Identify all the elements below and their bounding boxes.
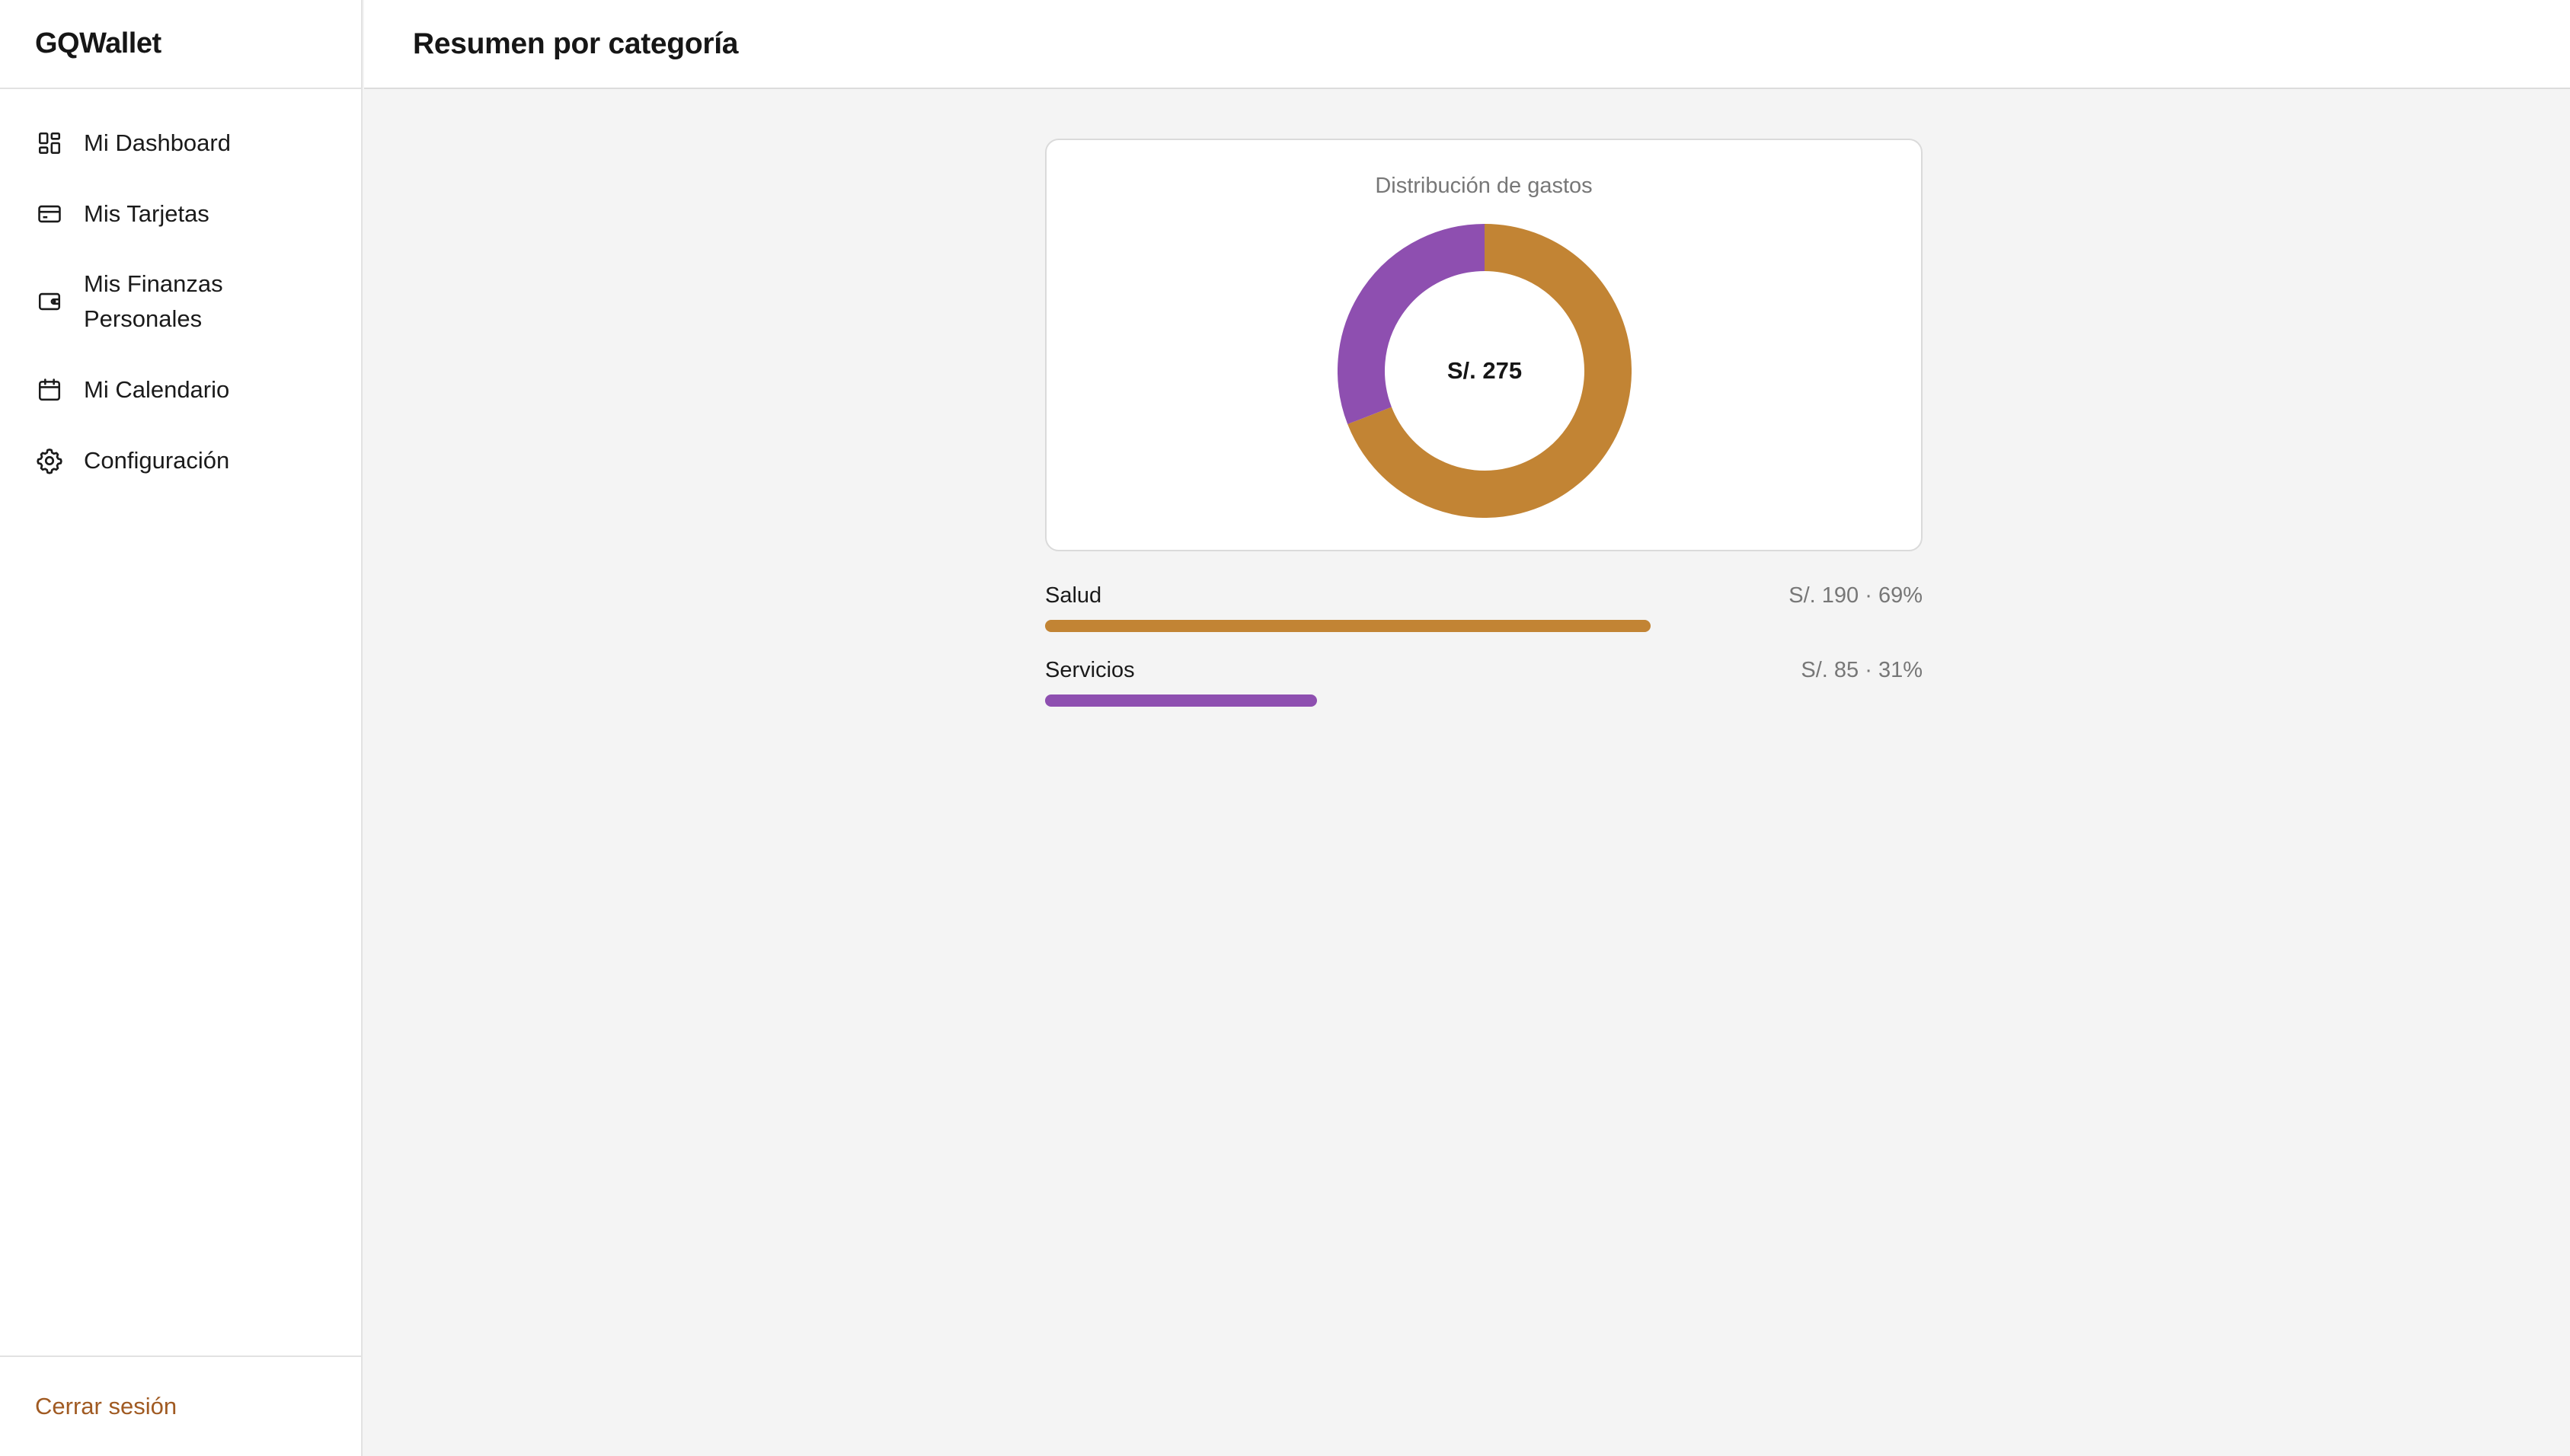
progress-track	[1045, 694, 1923, 707]
dashboard-grid-icon	[35, 129, 64, 158]
sidebar-item-finances[interactable]: Mis Finanzas Personales	[0, 249, 361, 354]
category-value: S/. 85 · 31%	[1801, 658, 1923, 682]
sidebar-item-cards[interactable]: Mis Tarjetas	[0, 178, 361, 249]
sidebar-item-settings[interactable]: Configuración	[0, 425, 361, 496]
card-title: Distribución de gastos	[1375, 174, 1593, 198]
gear-icon	[35, 446, 64, 475]
category-row-salud: Salud S/. 190 · 69%	[1045, 583, 1923, 658]
sidebar-item-label: Mi Calendario	[84, 375, 230, 403]
sidebar-item-label: Mis Finanzas Personales	[84, 270, 223, 332]
category-row-servicios: Servicios S/. 85 · 31%	[1045, 658, 1923, 733]
sidebar-footer: Cerrar sesión	[0, 1355, 361, 1456]
sidebar: GQWallet Mi Dashboard Mis Tarjetas Mis F…	[0, 0, 363, 1456]
progress-track	[1045, 620, 1923, 632]
sidebar-item-label: Configuración	[84, 446, 230, 474]
progress-bar-servicios	[1045, 694, 1318, 707]
sidebar-item-label: Mis Tarjetas	[84, 200, 209, 227]
credit-card-icon	[35, 200, 64, 228]
sidebar-nav: Mi Dashboard Mis Tarjetas Mis Finanzas P…	[0, 89, 361, 496]
progress-bar-salud	[1045, 620, 1651, 632]
sidebar-item-calendar[interactable]: Mi Calendario	[0, 354, 361, 425]
sidebar-item-dashboard[interactable]: Mi Dashboard	[0, 107, 361, 178]
topbar: Resumen por categoría	[364, 0, 2570, 89]
page-title: Resumen por categoría	[413, 27, 739, 60]
logout-link[interactable]: Cerrar sesión	[35, 1393, 177, 1420]
category-value: S/. 190 · 69%	[1788, 583, 1923, 608]
wallet-icon	[35, 287, 64, 316]
sidebar-item-label: Mi Dashboard	[84, 129, 231, 156]
category-name: Salud	[1045, 583, 1102, 608]
distribution-card: Distribución de gastos S/. 275	[1045, 139, 1923, 551]
donut-total-label: S/. 275	[1446, 357, 1523, 384]
category-name: Servicios	[1045, 658, 1135, 682]
category-breakdown: Salud S/. 190 · 69% Servicios S/. 85 · 3…	[1045, 583, 1923, 733]
app-root: GQWallet Mi Dashboard Mis Tarjetas Mis F…	[0, 0, 2570, 1456]
calendar-icon	[35, 375, 64, 404]
brand-logo: GQWallet	[0, 0, 361, 89]
